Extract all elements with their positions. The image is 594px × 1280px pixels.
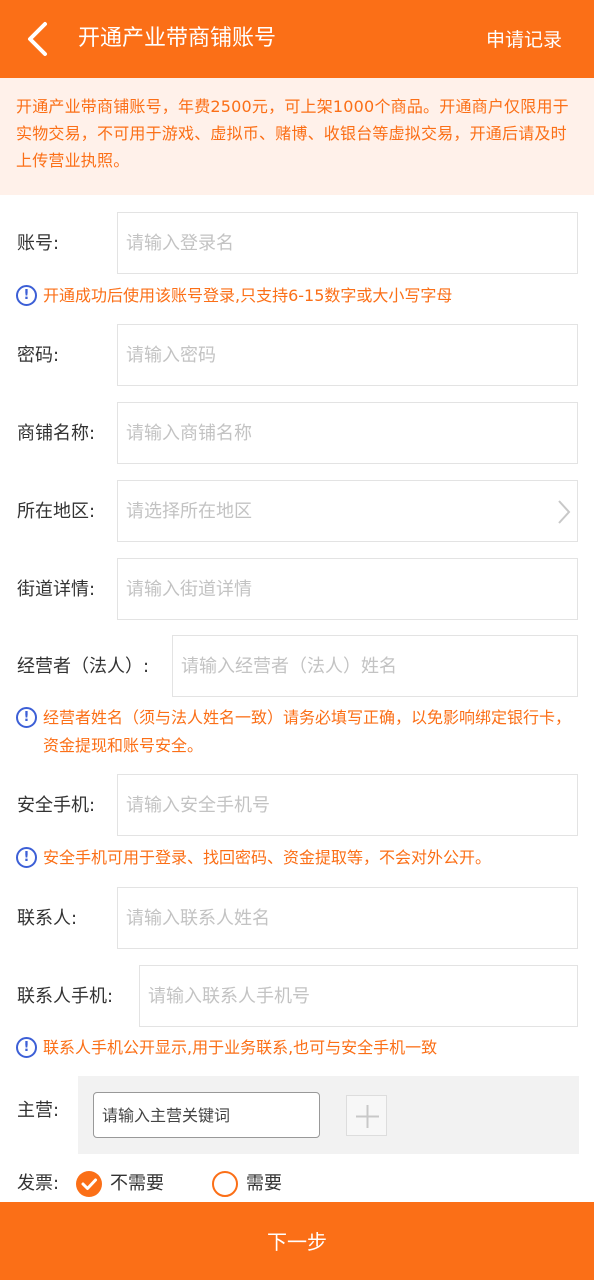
- invoice-no-radio[interactable]: [76, 1171, 102, 1197]
- plus-icon: [356, 1105, 379, 1128]
- contact-phone-input[interactable]: [140, 966, 577, 1026]
- check-icon: [81, 1178, 97, 1190]
- invoice-yes-radio[interactable]: [212, 1171, 238, 1197]
- apply-record-link[interactable]: 申请记录: [486, 24, 562, 56]
- operator-tip-text: 经营者姓名（须与法人姓名一致）请务必填写正确，以免影响绑定银行卡，资金提现和账号…: [43, 708, 572, 755]
- info-icon: !: [16, 707, 37, 728]
- password-input[interactable]: [118, 325, 577, 385]
- security-phone-field[interactable]: [117, 774, 578, 836]
- account-label: 账号:: [17, 233, 60, 254]
- security-phone-tip: ! 安全手机可用于登录、找回密码、资金提取等，不会对外公开。: [16, 844, 580, 872]
- security-phone-tip-text: 安全手机可用于登录、找回密码、资金提取等，不会对外公开。: [43, 848, 492, 867]
- region-label: 所在地区:: [17, 501, 96, 522]
- invoice-label: 发票:: [17, 1173, 60, 1194]
- invoice-no-label[interactable]: 不需要: [110, 1169, 164, 1195]
- account-tip-text: 开通成功后使用该账号登录,只支持6-15数字或大小写字母: [43, 286, 453, 305]
- contact-phone-tip-text: 联系人手机公开显示,用于业务联系,也可与安全手机一致: [43, 1038, 438, 1057]
- notice-banner: 开通产业带商铺账号，年费2500元，可上架1000个商品。开通商户仅限用于实物交…: [0, 78, 594, 195]
- region-select[interactable]: [117, 480, 578, 542]
- add-keyword-button[interactable]: [346, 1095, 387, 1136]
- contact-label: 联系人:: [17, 908, 78, 929]
- contact-input[interactable]: [118, 888, 577, 948]
- main-keyword-input[interactable]: [94, 1093, 319, 1137]
- region-input[interactable]: [118, 481, 577, 541]
- info-icon: !: [16, 285, 37, 306]
- main-business-box: [78, 1076, 579, 1154]
- password-label: 密码:: [17, 345, 60, 366]
- street-input[interactable]: [118, 559, 577, 619]
- next-step-button[interactable]: 下一步: [0, 1202, 594, 1280]
- security-phone-input[interactable]: [118, 775, 577, 835]
- password-field[interactable]: [117, 324, 578, 386]
- info-icon: !: [16, 847, 37, 868]
- contact-phone-tip: ! 联系人手机公开显示,用于业务联系,也可与安全手机一致: [16, 1034, 580, 1062]
- chevron-right-icon: [558, 500, 571, 524]
- operator-tip: ! 经营者姓名（须与法人姓名一致）请务必填写正确，以免影响绑定银行卡，资金提现和…: [16, 704, 580, 760]
- main-keyword-field[interactable]: [93, 1092, 320, 1138]
- chevron-left-icon: [28, 22, 47, 56]
- operator-label: 经营者（法人）:: [17, 656, 150, 677]
- shop-name-label: 商铺名称:: [17, 423, 96, 444]
- shop-name-field[interactable]: [117, 402, 578, 464]
- street-label: 街道详情:: [17, 579, 96, 600]
- account-tip: ! 开通成功后使用该账号登录,只支持6-15数字或大小写字母: [16, 282, 576, 310]
- street-field[interactable]: [117, 558, 578, 620]
- info-icon: !: [16, 1037, 37, 1058]
- invoice-yes-label[interactable]: 需要: [246, 1169, 282, 1195]
- main-business-label: 主营:: [17, 1100, 60, 1121]
- shop-name-input[interactable]: [118, 403, 577, 463]
- contact-phone-label: 联系人手机:: [17, 986, 114, 1007]
- operator-field[interactable]: [172, 635, 578, 697]
- operator-input[interactable]: [173, 636, 577, 696]
- account-input[interactable]: [118, 213, 577, 273]
- page-title: 开通产业带商铺账号: [78, 26, 277, 51]
- back-button[interactable]: [18, 18, 62, 62]
- account-field[interactable]: [117, 212, 578, 274]
- app-header: 开通产业带商铺账号 申请记录: [0, 0, 594, 78]
- contact-phone-field[interactable]: [139, 965, 578, 1027]
- security-phone-label: 安全手机:: [17, 795, 96, 816]
- contact-field[interactable]: [117, 887, 578, 949]
